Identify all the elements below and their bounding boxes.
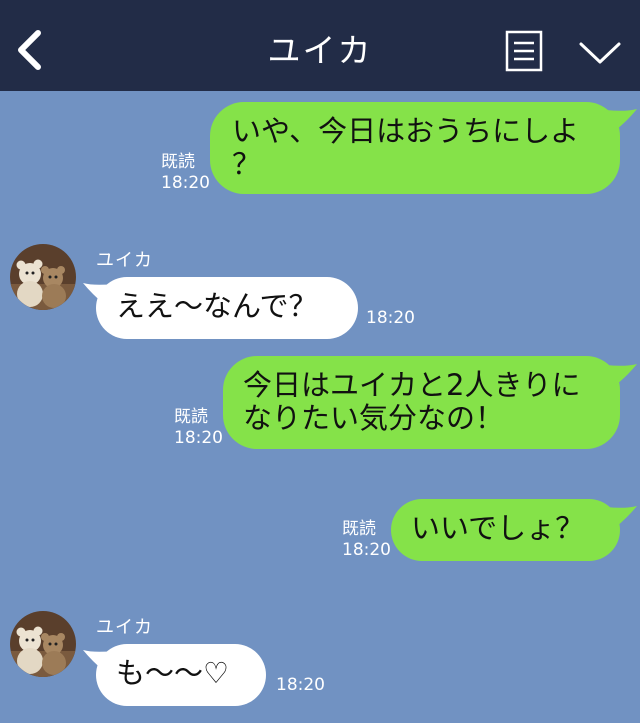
read-receipt: 既読 xyxy=(161,152,195,172)
message-text-line: ？ xyxy=(232,147,262,181)
message-text-line: も〜〜♡ xyxy=(116,656,229,690)
notes-icon[interactable] xyxy=(505,30,543,72)
bubble-tail xyxy=(606,364,637,385)
message-time: 18:20 xyxy=(161,173,210,193)
back-chevron-icon[interactable] xyxy=(12,28,48,72)
message-outgoing: 既読 18:20 いや、今日はおうちにしよ ？ xyxy=(0,100,640,195)
message-text-line: ええ〜なんで？ xyxy=(116,289,318,323)
message-text-line: 今日はユイカと2人きりに xyxy=(243,368,581,402)
avatar[interactable] xyxy=(10,611,76,677)
message-bubble[interactable]: ええ〜なんで？ xyxy=(96,277,358,339)
message-text-line: いいでしょ？ xyxy=(411,511,585,545)
message-meta: 既読 18:20 xyxy=(342,519,391,561)
teddy-bear-avatar-icon xyxy=(10,611,76,677)
chat-title: ユイカ xyxy=(267,31,373,70)
read-receipt: 既読 xyxy=(174,407,208,427)
message-bubble[interactable]: いいでしょ？ xyxy=(391,499,620,561)
message-incoming: ユイカ ええ〜なんで？ 18:20 xyxy=(0,240,640,340)
sender-name: ユイカ xyxy=(96,617,153,638)
message-bubble[interactable]: いや、今日はおうちにしよ ？ xyxy=(210,102,620,194)
message-outgoing: 既読 18:20 今日はユイカと2人きりに なりたい気分なの！ xyxy=(0,355,640,450)
message-outgoing: 既読 18:20 いいでしょ？ xyxy=(0,497,640,563)
message-meta: 既読 18:20 xyxy=(161,152,210,194)
bubble-tail xyxy=(606,506,637,527)
read-receipt: 既読 xyxy=(342,519,376,539)
message-time: 18:20 xyxy=(174,428,223,448)
message-text-line: いや、今日はおうちにしよ xyxy=(232,114,580,148)
message-time: 18:20 xyxy=(276,675,325,695)
chevron-down-icon[interactable] xyxy=(578,40,622,66)
message-time: 18:20 xyxy=(366,308,415,328)
chat-header: ユイカ xyxy=(0,0,640,91)
message-bubble[interactable]: も〜〜♡ xyxy=(96,644,266,706)
bubble-tail xyxy=(606,109,637,130)
teddy-bear-avatar-icon xyxy=(10,244,76,310)
message-bubble[interactable]: 今日はユイカと2人きりに なりたい気分なの！ xyxy=(223,356,620,449)
message-incoming: ユイカ も〜〜♡ 18:20 xyxy=(0,607,640,707)
avatar[interactable] xyxy=(10,244,76,310)
message-text-line: なりたい気分なの！ xyxy=(243,401,505,435)
message-time: 18:20 xyxy=(342,540,391,560)
sender-name: ユイカ xyxy=(96,250,153,271)
message-meta: 既読 18:20 xyxy=(174,407,223,449)
